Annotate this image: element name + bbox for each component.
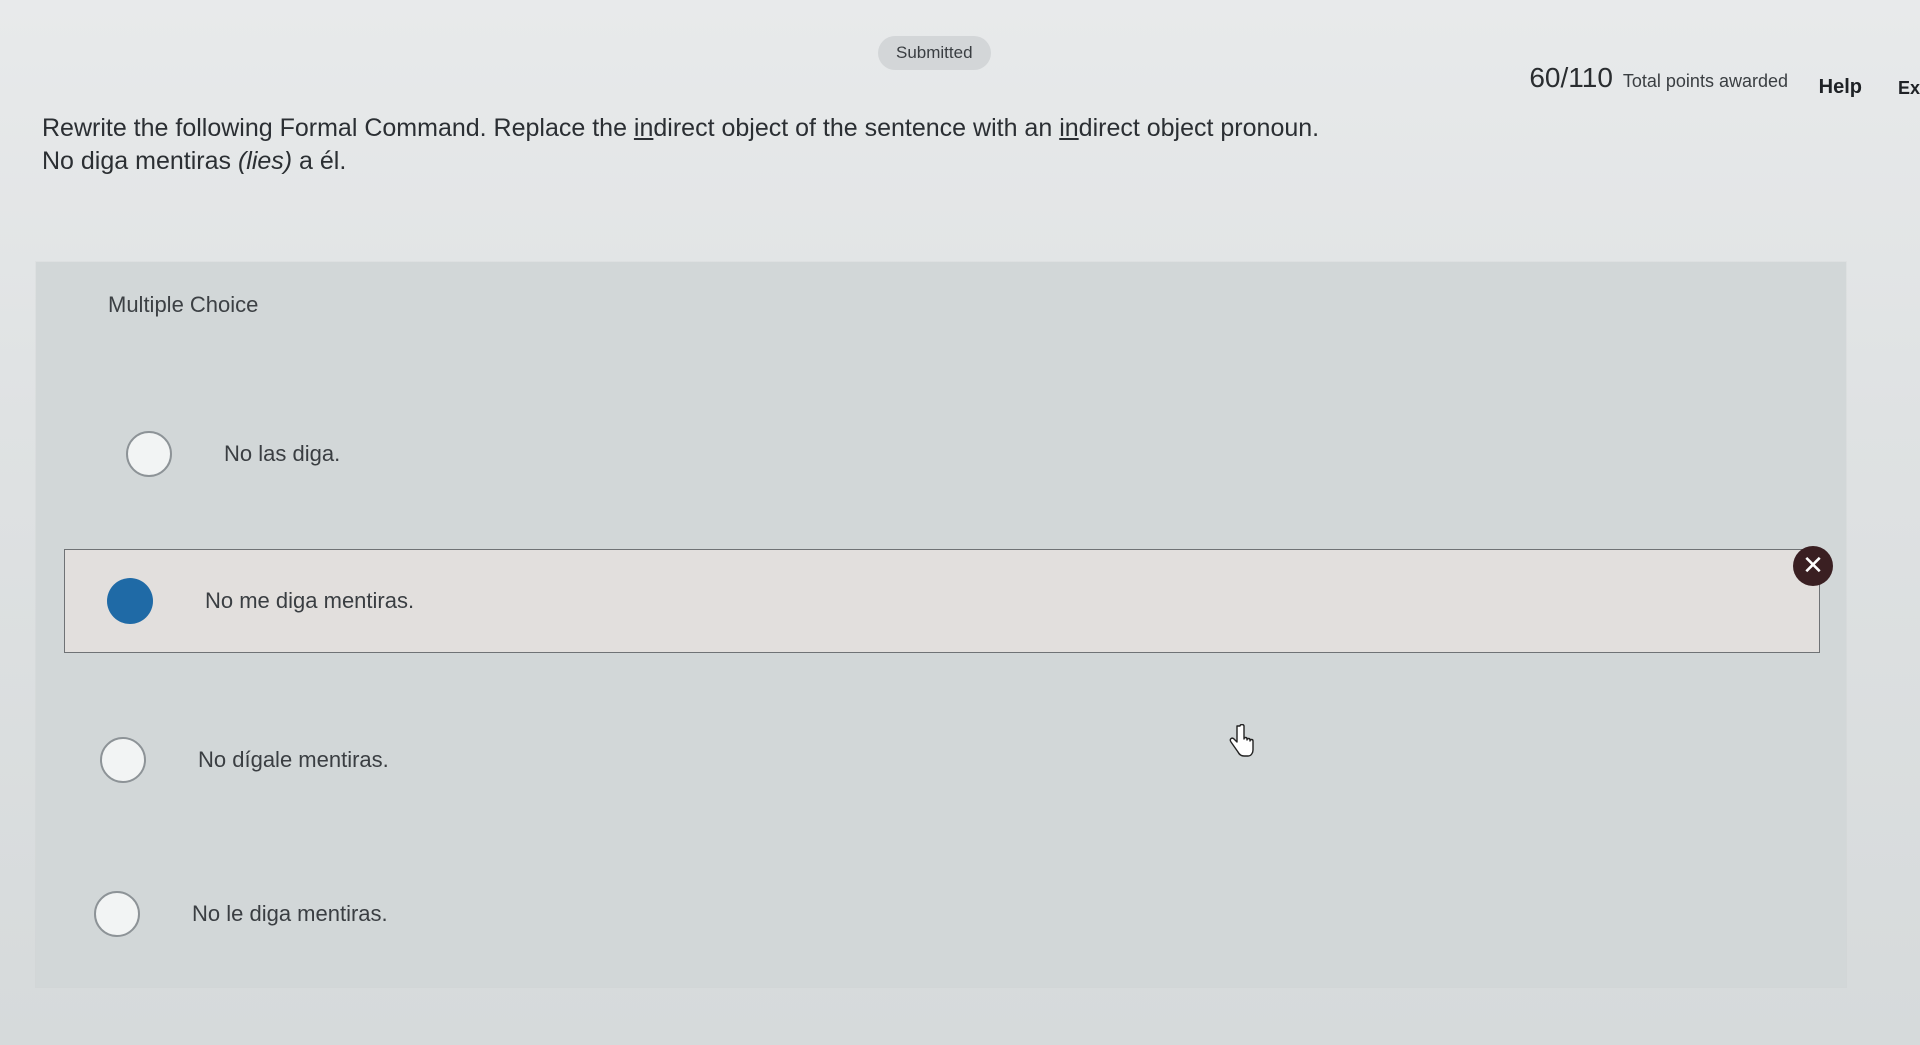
status-badge: Submitted [878, 36, 991, 70]
radio-button[interactable] [94, 891, 140, 937]
question-instructions: Rewrite the following Formal Command. Re… [42, 112, 1442, 145]
hand-pointer-icon [1229, 724, 1254, 757]
answer-option-3[interactable]: No dígale mentiras. [76, 708, 1836, 812]
radio-button[interactable] [100, 737, 146, 783]
answer-label: No me diga mentiras. [205, 588, 415, 613]
answer-label: No le diga mentiras. [192, 901, 388, 926]
radio-button-selected[interactable] [107, 578, 153, 624]
sentence-italic: (lies) [237, 147, 293, 175]
answer-option-2[interactable]: No me diga mentiras. ✕ [64, 546, 1833, 653]
multiple-choice-panel: Multiple Choice No las diga. No me diga … [36, 262, 1846, 987]
help-link[interactable]: Help [1819, 76, 1862, 99]
question-prompt: Rewrite the following Formal Command. Re… [42, 112, 1442, 178]
score-value: 60/110 [1529, 62, 1613, 93]
score-label: Total points awarded [1622, 71, 1788, 91]
answer-label: No dígale mentiras. [198, 747, 389, 772]
question-sentence: No diga mentiras (lies) a él. [42, 145, 1442, 178]
answer-option-4[interactable]: No le diga mentiras. [76, 862, 1836, 966]
prompt-underline-1: in [633, 114, 654, 142]
sentence-text-1: No diga mentiras [42, 147, 238, 175]
answer-option-1[interactable]: No las diga. [76, 402, 1836, 506]
answer-label: No las diga. [224, 441, 341, 466]
x-circle-icon: ✕ [1793, 546, 1833, 586]
header-bar: Submitted 60/110 Total points awarded He… [0, 0, 1920, 116]
exit-link[interactable]: Exit [1898, 78, 1920, 99]
sentence-text-2: a él. [292, 147, 347, 175]
score-summary: 60/110 Total points awarded [1529, 62, 1788, 94]
radio-button[interactable] [126, 431, 172, 477]
prompt-underline-2: in [1059, 114, 1079, 142]
page: Submitted 60/110 Total points awarded He… [0, 0, 1920, 1045]
prompt-text-2: direct object of the sentence with an [653, 114, 1060, 142]
multiple-choice-title: Multiple Choice [108, 292, 259, 317]
prompt-text-1: Rewrite the following Formal Command. Re… [42, 114, 634, 142]
prompt-text-3: direct object pronoun. [1078, 114, 1320, 142]
